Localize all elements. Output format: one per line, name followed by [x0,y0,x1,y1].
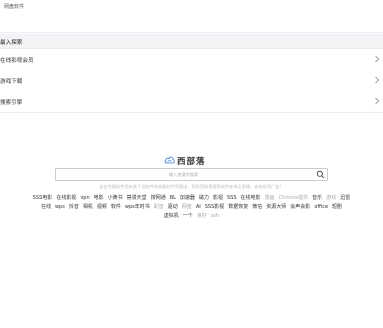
tag-link[interactable]: 在线电影 [241,194,261,203]
tag-link[interactable]: 良好 [197,212,207,221]
tag-link[interactable]: 搜网通 [151,194,166,203]
top-bar: 网盘软件 [0,0,383,14]
search-icon[interactable] [316,170,325,179]
tag-link[interactable]: 相机 [83,203,93,212]
tag-link[interactable]: 抖音 [69,203,79,212]
chevron-right-icon [375,97,380,105]
tag-link[interactable]: SSS影视 [205,203,225,212]
notice-text: 这台为搜软件而安装下设软件前收搜软件而我出，您用西部落搜索软件安卓全家桶，安装应… [99,184,284,189]
tag-link[interactable]: 音乐 [312,194,322,203]
search-input[interactable] [56,169,311,180]
tag-link[interactable]: 禁漫天堂 [127,194,147,203]
tag-link[interactable]: 数据恢复 [228,203,248,212]
logo-text: 西部落 [177,157,206,167]
tag-link[interactable]: SSS电影 [33,194,53,203]
site-logo[interactable]: 西部落 [0,155,383,167]
breadcrumb[interactable]: 网盘软件 [4,3,24,10]
menu-item-label: 在线影视会员 [0,58,34,64]
tag-link[interactable]: 虚拟机 [164,212,179,221]
tag-link[interactable]: 一个 [183,212,193,221]
tag-link[interactable]: 电影 [94,194,104,203]
cloud-logo-icon [164,156,175,164]
tag-link[interactable]: SSS [227,194,237,203]
tag-link[interactable]: 配音 [154,203,164,212]
tag-link[interactable]: AI [196,203,201,212]
menu-item-label: 游戏下载 [0,79,23,85]
menu-item-search-engine[interactable]: 搜索引擎 [0,91,383,113]
tag-link[interactable]: office [314,203,328,212]
tag-link[interactable]: Chrome插件 [279,194,309,203]
tag-link[interactable]: 漫画 [265,194,275,203]
menu-header-title: 最入探索 [0,40,23,46]
tag-link[interactable]: 资源大师 [266,203,286,212]
tag-link[interactable]: 小黄书 [108,194,123,203]
spacer-band [0,14,383,32]
tag-link[interactable]: 影视 [213,194,223,203]
menu-item-online-video[interactable]: 在线影视会员 [0,49,383,71]
tag-link[interactable]: 短剧 [332,203,342,212]
menu-item-label: 搜索引擎 [0,100,23,106]
tag-cloud: SSS电影 在线影视 vpn 电影 小黄书 禁漫天堂 搜网通 BL 加速器 磁力 影视 SSS 在线电影… [30,194,353,221]
tag-link[interactable]: vpn [80,194,89,203]
tag-link[interactable]: 微信 [252,203,262,212]
tag-link[interactable]: 迅雷 [340,194,350,203]
tag-link[interactable]: ssh [211,212,219,221]
menu-item-game-download[interactable]: 游戏下载 [0,70,383,92]
tag-link[interactable]: BL [170,194,176,203]
tag-link[interactable]: 磁力 [199,194,209,203]
tag-link[interactable]: 在线 [41,203,51,212]
tag-link[interactable]: 网盘 [182,203,192,212]
chevron-right-icon [375,55,380,63]
tag-link[interactable]: 游戏 [326,194,336,203]
tag-link[interactable]: 在线影视 [56,194,76,203]
tag-link[interactable]: wps [55,203,65,212]
tag-link[interactable]: 视频 [97,203,107,212]
menu-header: 最入探索 [0,34,383,49]
tag-link[interactable]: 加速器 [180,194,195,203]
chevron-right-icon [375,76,380,84]
search-box [55,168,328,181]
explore-menu: 最入探索 在线影视会员 游戏下载 搜索引擎 [0,32,383,113]
tag-link[interactable]: 软件 [111,203,121,212]
tag-link[interactable]: wps年时书 [125,203,150,212]
tag-link[interactable]: 驱动 [168,203,178,212]
tag-link[interactable]: 会声会影 [290,203,310,212]
